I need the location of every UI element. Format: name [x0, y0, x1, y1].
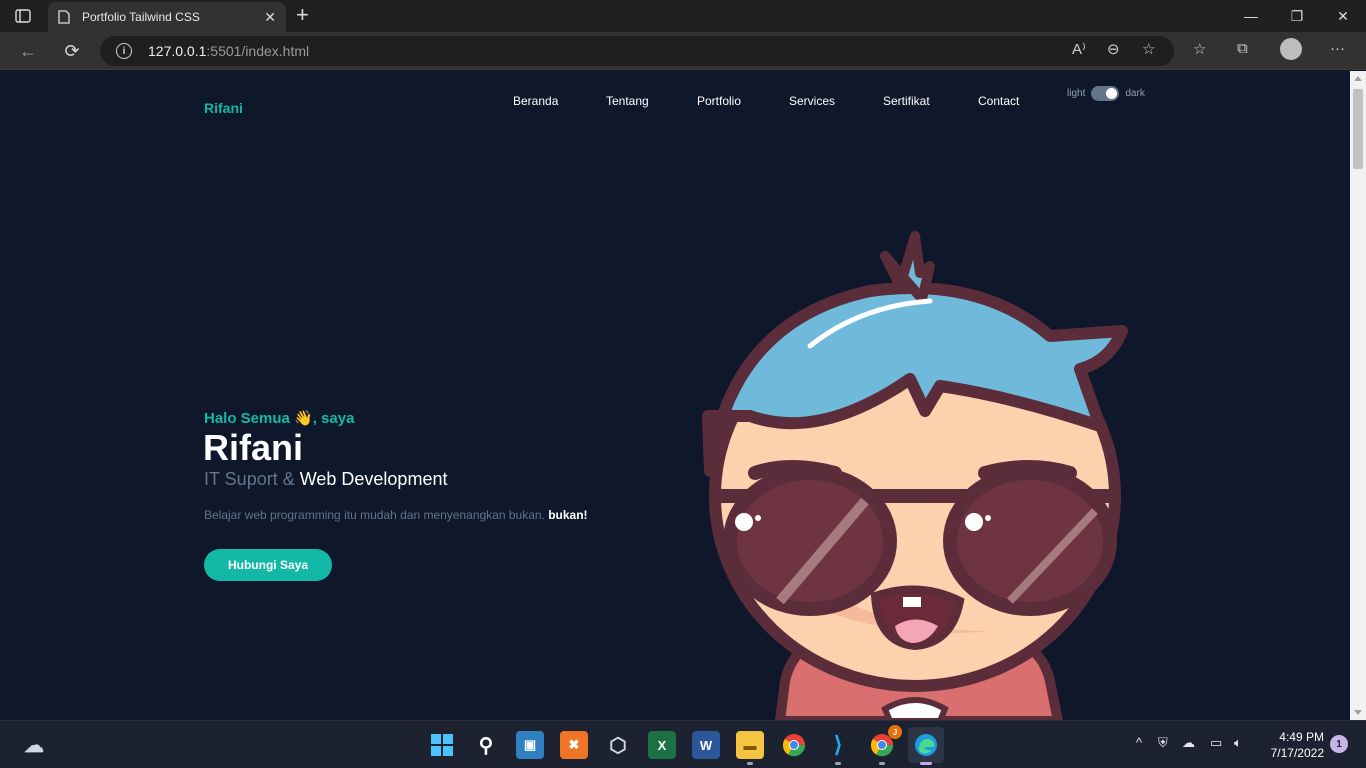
windows-icon [431, 734, 453, 756]
chrome-icon[interactable] [780, 731, 808, 759]
word-icon[interactable]: W [692, 731, 720, 759]
theme-switcher: light dark [1067, 86, 1145, 101]
brand-logo[interactable]: Rifani [204, 100, 243, 116]
nav-item-tentang[interactable]: Tentang [606, 94, 649, 108]
security-icon[interactable]: ⛨ [1158, 735, 1168, 751]
refresh-button[interactable]: ⟳ [60, 40, 84, 62]
hero-description-bold: bukan! [548, 508, 588, 522]
theme-dark-label: dark [1125, 88, 1145, 99]
nav-item-beranda[interactable]: Beranda [513, 94, 558, 108]
running-indicator [835, 762, 841, 765]
virtualbox-icon[interactable]: ⬡ [604, 731, 632, 759]
hero-role: IT Suport & Web Development [204, 469, 447, 490]
close-tab-icon[interactable]: ✕ [264, 9, 276, 26]
nav-item-portfolio[interactable]: Portfolio [697, 94, 741, 108]
volume-icon[interactable]: 🔈︎ [1234, 735, 1242, 751]
scroll-thumb[interactable] [1353, 89, 1363, 169]
theme-light-label: light [1067, 88, 1086, 99]
taskbar: ☁ ⚲ ▣ ✖ ⬡ X W ▬ ⟩ J ^ ⛨ ☁ ▭ 🔈︎ 4:49 PM 7… [0, 720, 1366, 768]
browser-tab-bar: Portfolio Tailwind CSS ✕ + — ❐ ✕ [0, 0, 1366, 32]
url-path: :5501/index.html [206, 43, 310, 59]
chevron-up-icon[interactable]: ^ [1136, 735, 1142, 750]
remote-desktop-icon[interactable]: ▣ [516, 731, 544, 759]
hero-description-text: Belajar web programming itu mudah dan me… [204, 508, 549, 522]
chrome-profile-icon[interactable]: J [868, 725, 902, 759]
new-tab-button[interactable]: + [296, 4, 309, 26]
favorites-icon[interactable]: ☆ [1193, 40, 1206, 58]
network-icon[interactable]: ▭ [1210, 735, 1222, 751]
hero-name: Rifani [203, 427, 304, 468]
running-indicator [747, 762, 753, 765]
vscode-icon[interactable]: ⟩ [824, 731, 852, 759]
active-indicator [920, 762, 932, 765]
tab-actions-icon [15, 9, 31, 23]
chrome-badge: J [888, 725, 902, 739]
hero-description: Belajar web programming itu mudah dan me… [204, 508, 588, 522]
excel-icon[interactable]: X [648, 731, 676, 759]
page-icon [58, 10, 70, 24]
nav-item-contact[interactable]: Contact [978, 94, 1019, 108]
back-button[interactable]: ← [16, 40, 40, 62]
page-scrollbar[interactable] [1350, 71, 1366, 720]
running-indicator [879, 762, 885, 765]
onedrive-icon[interactable]: ☁ [1182, 735, 1195, 751]
profile-avatar[interactable] [1280, 38, 1302, 60]
edge-icon[interactable] [908, 727, 944, 763]
contact-button[interactable]: Hubungi Saya [204, 549, 332, 581]
hero-greeting: Halo Semua 👋, saya [204, 410, 355, 427]
minimize-button[interactable]: — [1228, 0, 1274, 32]
system-clock[interactable]: 4:49 PM 7/17/2022 [1254, 729, 1324, 761]
zoom-out-icon[interactable]: ⊖ [1107, 40, 1120, 58]
scroll-up-icon[interactable] [1354, 76, 1362, 81]
hero-role-highlight: Web Development [299, 469, 448, 489]
tab-actions-button[interactable] [8, 6, 38, 26]
collections-icon[interactable]: ⧉ [1237, 40, 1248, 57]
restore-button[interactable]: ❐ [1274, 0, 1320, 32]
browser-tab[interactable]: Portfolio Tailwind CSS ✕ [48, 2, 286, 32]
scroll-down-icon[interactable] [1354, 710, 1362, 715]
notification-badge[interactable]: 1 [1330, 735, 1348, 753]
tab-title: Portfolio Tailwind CSS [82, 10, 200, 24]
add-favorite-icon[interactable]: ☆ [1142, 40, 1155, 58]
start-button[interactable] [428, 731, 456, 759]
clock-time: 4:49 PM [1279, 730, 1324, 744]
weather-icon[interactable]: ☁ [20, 731, 48, 759]
hero-role-prefix: IT Suport & [204, 469, 300, 489]
address-bar-row: ← ⟳ i 127.0.0.1:5501/index.html A⁾ ⊖ ☆ ☆… [0, 32, 1366, 70]
clock-date: 7/17/2022 [1270, 746, 1324, 760]
more-options-icon[interactable]: ··· [1330, 40, 1345, 57]
url-field[interactable]: i 127.0.0.1:5501/index.html [100, 36, 1174, 66]
url-host: 127.0.0.1 [148, 43, 207, 59]
close-window-button[interactable]: ✕ [1320, 0, 1366, 32]
info-icon[interactable]: i [116, 43, 132, 59]
file-explorer-icon[interactable]: ▬ [736, 731, 764, 759]
dark-mode-toggle[interactable] [1091, 86, 1120, 101]
avatar-illustration [702, 231, 1128, 720]
read-aloud-icon[interactable]: A⁾ [1072, 40, 1086, 58]
search-icon[interactable]: ⚲ [472, 731, 500, 759]
xampp-icon[interactable]: ✖ [560, 731, 588, 759]
nav-item-sertifikat[interactable]: Sertifikat [883, 94, 930, 108]
web-page: Rifani Beranda Tentang Portfolio Service… [0, 71, 1350, 720]
nav-item-services[interactable]: Services [789, 94, 835, 108]
